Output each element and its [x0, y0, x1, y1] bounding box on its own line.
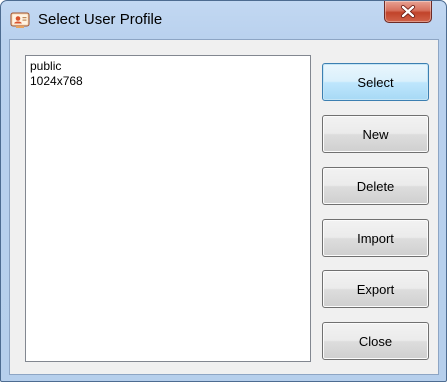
window-close-button[interactable]: [384, 1, 432, 23]
close-button[interactable]: Close: [322, 322, 429, 360]
window-title: Select User Profile: [38, 11, 163, 28]
import-button[interactable]: Import: [322, 219, 429, 257]
select-user-profile-dialog: Select User Profile public 1024x768 Sele…: [0, 0, 447, 382]
profile-list[interactable]: public 1024x768: [25, 55, 311, 362]
title-bar[interactable]: Select User Profile: [1, 1, 446, 39]
list-item[interactable]: public: [30, 59, 306, 74]
select-button[interactable]: Select: [322, 63, 429, 101]
delete-button[interactable]: Delete: [322, 167, 429, 205]
profile-card-icon: [10, 11, 30, 29]
dialog-client-area: public 1024x768 Select New Delete Import…: [9, 39, 439, 375]
export-button[interactable]: Export: [322, 270, 429, 308]
list-item[interactable]: 1024x768: [30, 74, 306, 89]
new-button[interactable]: New: [322, 115, 429, 153]
